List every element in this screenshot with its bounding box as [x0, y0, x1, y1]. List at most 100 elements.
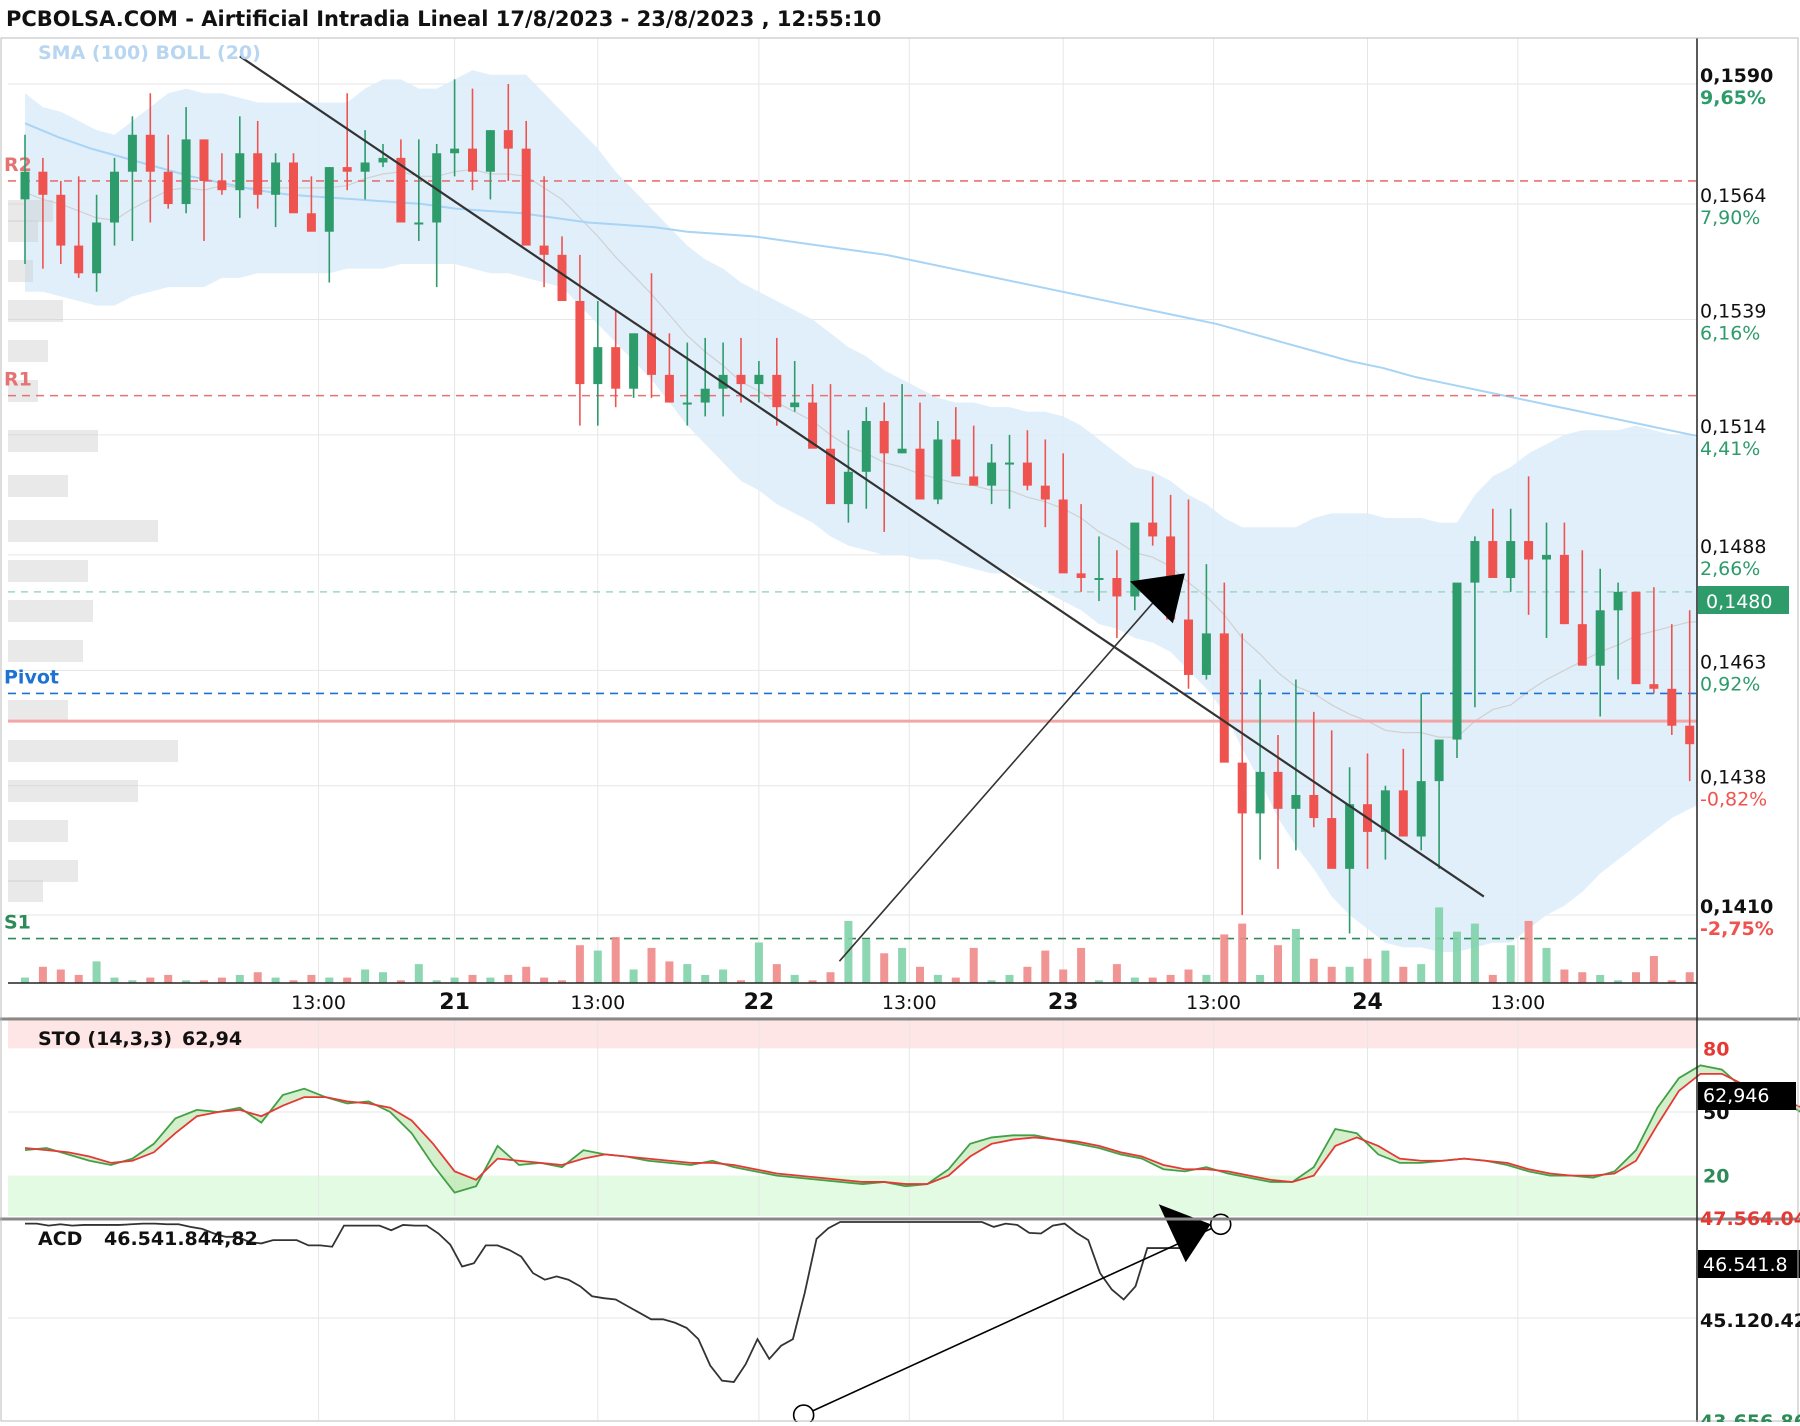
y-tick-pct: 7,90%: [1700, 207, 1760, 229]
y-tick-pct: -0,82%: [1700, 789, 1767, 811]
volume-profile-bar: [8, 430, 98, 452]
candle-body: [360, 162, 370, 172]
volume-bar: [951, 977, 960, 983]
volume-bar: [969, 947, 978, 983]
volume-profile-bar: [8, 780, 138, 802]
volume-bar: [1417, 964, 1426, 983]
volume-bar: [1077, 947, 1086, 983]
candle-body: [1416, 781, 1426, 837]
y-tick-price: 0,1488: [1700, 536, 1766, 558]
volume-bar: [1632, 972, 1640, 983]
volume-bar: [593, 950, 602, 983]
candle-body: [647, 333, 656, 375]
y-tick-pct: -2,75%: [1700, 918, 1774, 940]
candle-body: [1595, 610, 1605, 666]
chart: R2 R1 Pivot S1 0,1590 9,65% 0,1564 7,90% 0,1539…: [0, 0, 1800, 1426]
candle-body: [790, 402, 800, 408]
volume-bar: [1453, 931, 1461, 983]
candle-body: [843, 471, 853, 505]
x-tick-label: 13:00: [1186, 992, 1241, 1014]
chart-title: PCBOLSA.COM - Airtificial Intradia Linea…: [6, 7, 881, 31]
volume-bar: [665, 961, 674, 983]
volume-bar: [1363, 958, 1372, 983]
candle-body: [611, 347, 621, 389]
sto-level-label: 80: [1703, 1038, 1729, 1060]
volume-bar: [307, 974, 316, 983]
sto-value: 62,94: [182, 1028, 242, 1050]
candle-body: [414, 222, 424, 225]
candle-body: [342, 167, 352, 172]
candle-body: [1237, 762, 1247, 814]
volume-bar: [1524, 920, 1533, 983]
candle-body: [1273, 771, 1283, 809]
volume-bar: [1560, 969, 1569, 983]
candle-body: [700, 388, 710, 403]
candle-body: [1631, 591, 1641, 685]
volume-profile-bar: [8, 520, 158, 542]
acd-last-label: 46.541.8: [1703, 1254, 1788, 1276]
volume-profile-bar: [8, 860, 78, 882]
volume-profile-bar: [8, 880, 43, 902]
x-tick-label: 13:00: [1490, 992, 1545, 1014]
volume-profile-bar: [8, 740, 178, 762]
candle-body: [253, 153, 263, 195]
acd-top-label: 47.564.04: [1700, 1208, 1800, 1230]
candle-body: [1452, 582, 1462, 740]
candle-body: [969, 476, 979, 486]
volume-profile-bar: [8, 340, 48, 362]
volume-bar: [647, 947, 656, 983]
volume-bar: [1345, 966, 1354, 983]
x-tick-label: 22: [744, 990, 775, 1015]
candle-body: [772, 374, 782, 408]
y-tick-price: 0,1410: [1700, 896, 1773, 918]
sto-label: STO (14,3,3): [38, 1028, 172, 1050]
candle-body: [378, 157, 388, 163]
volume-bar: [92, 961, 101, 983]
volume-bar: [880, 953, 889, 983]
volume-bar: [1488, 974, 1497, 983]
level-label-pivot: Pivot: [4, 666, 59, 688]
candle-body: [915, 448, 925, 500]
volume-bar: [325, 977, 334, 983]
y-tick-price: 0,1514: [1700, 416, 1766, 438]
volume-bar: [540, 977, 549, 983]
volume-bar: [916, 966, 924, 983]
volume-bar: [110, 977, 119, 983]
volume-bar: [522, 966, 531, 983]
volume-bar: [1059, 969, 1068, 983]
y-tick-pct: 0,92%: [1700, 673, 1760, 695]
acd-point-start: [792, 1404, 815, 1426]
volume-bar: [683, 964, 692, 983]
volume-bar: [1685, 972, 1694, 983]
volume-bar: [1399, 966, 1408, 983]
candle-body: [1667, 688, 1677, 726]
volume-bar: [1148, 977, 1157, 983]
candle-body: [56, 194, 66, 246]
candle-body: [92, 222, 102, 274]
level-label-r1: R1: [4, 369, 32, 391]
volume-bar: [719, 969, 728, 983]
candle-body: [235, 153, 245, 191]
volume-bar: [235, 974, 244, 983]
candle-body: [539, 245, 549, 255]
candle-body: [1184, 619, 1193, 675]
volume-bar: [1220, 934, 1229, 983]
candle-body: [1148, 522, 1158, 537]
volume-bar: [1381, 950, 1390, 983]
y-tick-pct: 4,41%: [1700, 438, 1760, 460]
candle-body: [181, 139, 191, 205]
volume-bar: [790, 974, 799, 983]
candle-body: [1470, 541, 1480, 583]
volume-bar: [271, 977, 280, 983]
volume-bar: [414, 964, 423, 983]
candle-body: [1112, 577, 1122, 597]
candle-body: [987, 462, 997, 486]
candle-body: [575, 300, 585, 385]
candle-body: [1685, 725, 1695, 745]
candle-body: [1434, 739, 1444, 782]
candle-body: [557, 254, 567, 301]
candle-body: [38, 171, 48, 195]
volume-bar: [862, 939, 871, 983]
volume-bar: [1238, 923, 1247, 983]
volume-profile-bar: [8, 260, 33, 282]
